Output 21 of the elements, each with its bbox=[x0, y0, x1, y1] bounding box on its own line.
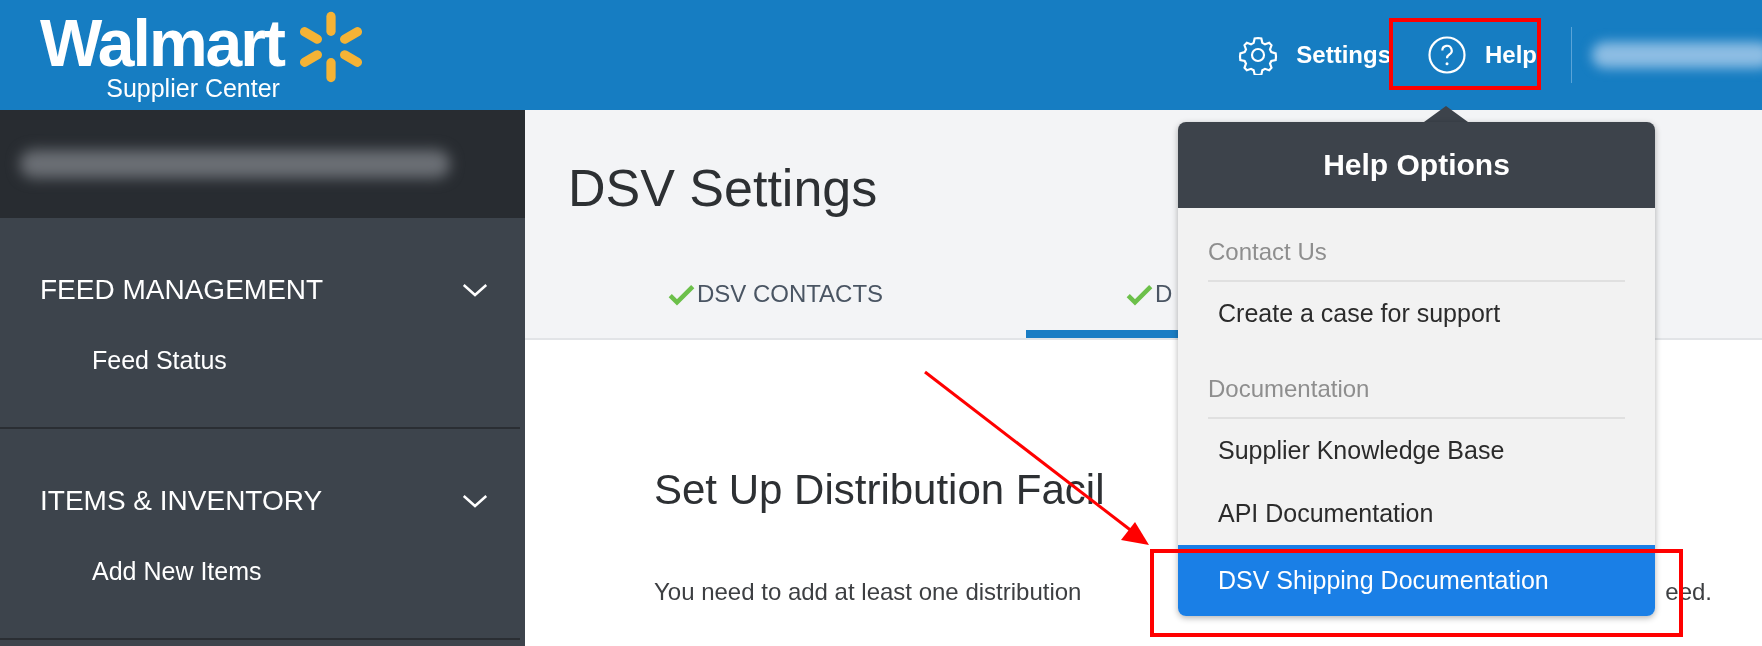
walmart-logo[interactable]: Walmart Supplier Center bbox=[40, 8, 380, 102]
help-button[interactable]: Help bbox=[1415, 27, 1549, 83]
sidebar-section[interactable]: ITEMS & INVENTORY bbox=[0, 457, 520, 545]
blurred-account-name[interactable] bbox=[20, 150, 450, 178]
tab[interactable]: DSV CONTACTS bbox=[525, 242, 1026, 338]
settings-icon bbox=[1238, 35, 1279, 75]
page-title: DSV Settings bbox=[568, 158, 878, 219]
sidebar-item[interactable]: Add New Items bbox=[0, 545, 520, 598]
group-heading: Contact Us bbox=[1208, 208, 1625, 282]
menu-item[interactable]: DSV Shipping Documentation bbox=[1178, 545, 1655, 616]
menu-item[interactable]: Create a case for support bbox=[1178, 282, 1655, 345]
blurred-username[interactable] bbox=[1592, 42, 1762, 68]
menu-item[interactable]: Supplier Knowledge Base bbox=[1178, 419, 1655, 482]
settings-button[interactable]: Settings bbox=[1226, 27, 1403, 83]
instruction-text: You need to add at least one distribution bbox=[654, 578, 1082, 606]
dropdown-pointer bbox=[1424, 106, 1468, 122]
sidebar-section[interactable]: FEED MANAGEMENT bbox=[0, 246, 520, 334]
help-icon bbox=[1427, 35, 1467, 75]
sidebar-item[interactable]: Feed Status bbox=[0, 334, 520, 387]
group-heading: Documentation bbox=[1208, 345, 1625, 419]
menu-item[interactable]: API Documentation bbox=[1178, 482, 1655, 545]
